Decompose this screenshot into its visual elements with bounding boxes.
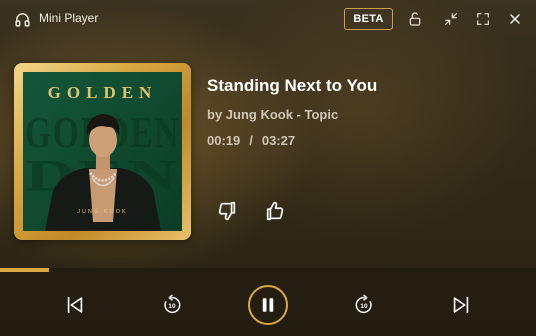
lock-icon bbox=[409, 12, 421, 26]
minimize-button[interactable] bbox=[441, 9, 461, 29]
close-icon bbox=[510, 14, 520, 24]
thumbs-down-icon bbox=[218, 201, 236, 221]
time-separator: / bbox=[249, 133, 253, 148]
previous-icon bbox=[67, 296, 83, 314]
cover-title: GOLDEN bbox=[48, 83, 158, 102]
current-time: 00:19 bbox=[207, 133, 241, 148]
forward-10-icon: 10 bbox=[355, 294, 372, 314]
close-button[interactable] bbox=[505, 9, 525, 29]
previous-button[interactable] bbox=[62, 292, 88, 318]
album-cover-image: GOLDEN DEN GOLDEN JUNG KOOK bbox=[23, 72, 182, 231]
track-title: Standing Next to You bbox=[207, 76, 378, 95]
like-button[interactable] bbox=[262, 198, 288, 224]
fullscreen-icon bbox=[477, 13, 489, 25]
next-button[interactable] bbox=[448, 292, 474, 318]
beta-badge[interactable]: BETA bbox=[344, 8, 393, 30]
cover-artist: JUNG KOOK bbox=[77, 209, 127, 215]
forward-seconds: 10 bbox=[360, 303, 368, 310]
thumbs-up-icon bbox=[266, 201, 284, 221]
track-artist[interactable]: by Jung Kook - Topic bbox=[207, 107, 338, 122]
pause-button[interactable] bbox=[248, 285, 288, 325]
minimize-icon bbox=[445, 13, 457, 25]
rewind-10-button[interactable]: 10 bbox=[159, 292, 185, 318]
pause-icon bbox=[262, 298, 274, 312]
album-art: GOLDEN DEN GOLDEN JUNG KOOK bbox=[14, 63, 191, 240]
track-time: 00:19 / 03:27 bbox=[207, 133, 295, 148]
rewind-10-icon: 10 bbox=[164, 294, 181, 314]
title-bar: Mini Player BETA bbox=[0, 0, 536, 38]
forward-10-button[interactable]: 10 bbox=[351, 292, 377, 318]
headphones-icon bbox=[14, 11, 31, 28]
next-icon bbox=[453, 296, 469, 314]
mini-player-window: Mini Player BETA GOLDEN JUNG KOOK Standi… bbox=[0, 0, 536, 336]
playback-controls: 10 10 bbox=[0, 272, 536, 336]
duration: 03:27 bbox=[261, 133, 296, 148]
lock-button[interactable] bbox=[405, 9, 425, 29]
fullscreen-button[interactable] bbox=[473, 9, 493, 29]
app-title: Mini Player bbox=[39, 11, 99, 25]
rewind-seconds: 10 bbox=[168, 303, 176, 310]
dislike-button[interactable] bbox=[214, 198, 240, 224]
